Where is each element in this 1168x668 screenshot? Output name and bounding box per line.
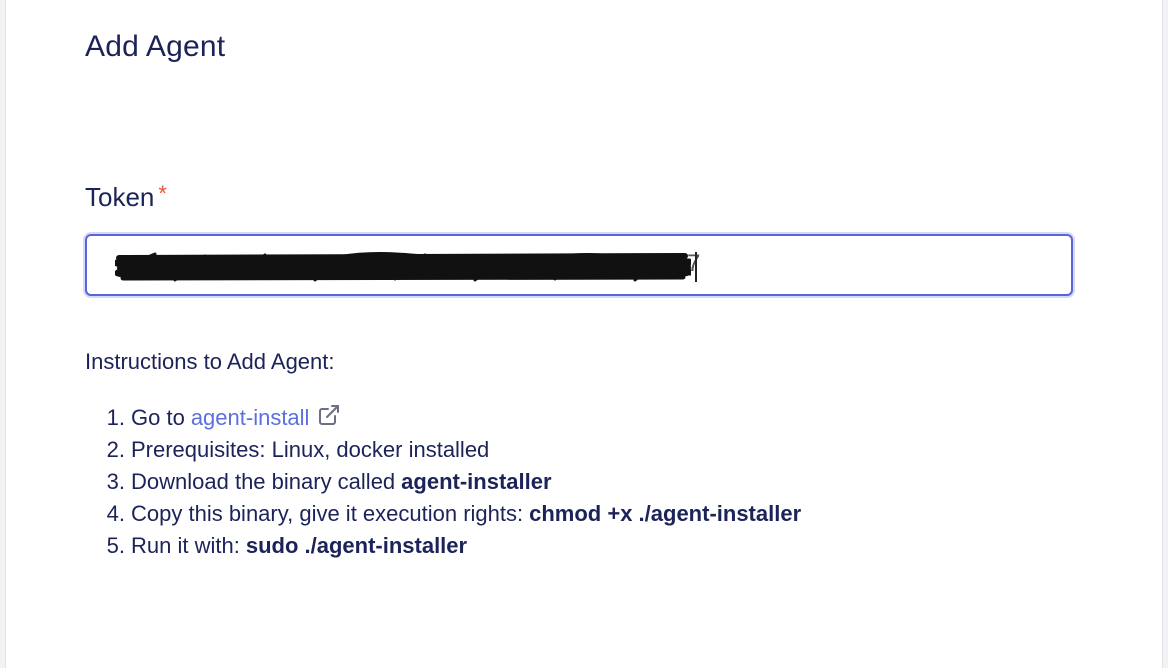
list-item: 3. Download the binary called agent-inst… — [85, 466, 801, 498]
instructions-heading: Instructions to Add Agent: — [85, 349, 335, 374]
token-input[interactable]: 7 — [85, 234, 1073, 296]
page-title: Add Agent — [85, 30, 226, 63]
list-item: 5. Run it with: sudo ./agent-installer — [85, 530, 801, 562]
list-item: 4. Copy this binary, give it execution r… — [85, 498, 802, 530]
redaction-scribble — [115, 251, 691, 282]
token-label-text: Token — [85, 182, 155, 212]
list-item: 2. Prerequisites: Linux, docker installe… — [85, 434, 801, 466]
text-caret — [695, 252, 697, 282]
step-text: Go to — [131, 405, 185, 430]
required-marker: * — [158, 181, 167, 206]
external-link-icon[interactable] — [317, 403, 341, 427]
binary-name: agent-installer — [401, 469, 552, 494]
chmod-command: chmod +x ./agent-installer — [529, 501, 802, 526]
instructions-list: 1. Go to agent-install 2. Prerequisites:… — [85, 402, 801, 562]
step-text: Copy this binary, give it execution righ… — [131, 501, 524, 526]
list-item: 1. Go to agent-install — [85, 402, 801, 434]
token-label: Token * — [85, 182, 167, 213]
step-number: 2. — [106, 437, 125, 462]
step-number: 1. — [106, 405, 125, 430]
step-text: Run it with: — [131, 533, 240, 558]
add-agent-panel: Add Agent Token * 7 Instructions to Add … — [5, 0, 1163, 668]
step-number: 3. — [106, 469, 125, 494]
step-text: Download the binary called — [131, 469, 396, 494]
run-command: sudo ./agent-installer — [245, 533, 468, 558]
agent-install-link[interactable]: agent-install — [191, 402, 310, 434]
step-number: 4. — [106, 501, 125, 526]
step-text: Prerequisites: Linux, docker installed — [131, 437, 490, 462]
step-number: 5. — [106, 533, 125, 558]
